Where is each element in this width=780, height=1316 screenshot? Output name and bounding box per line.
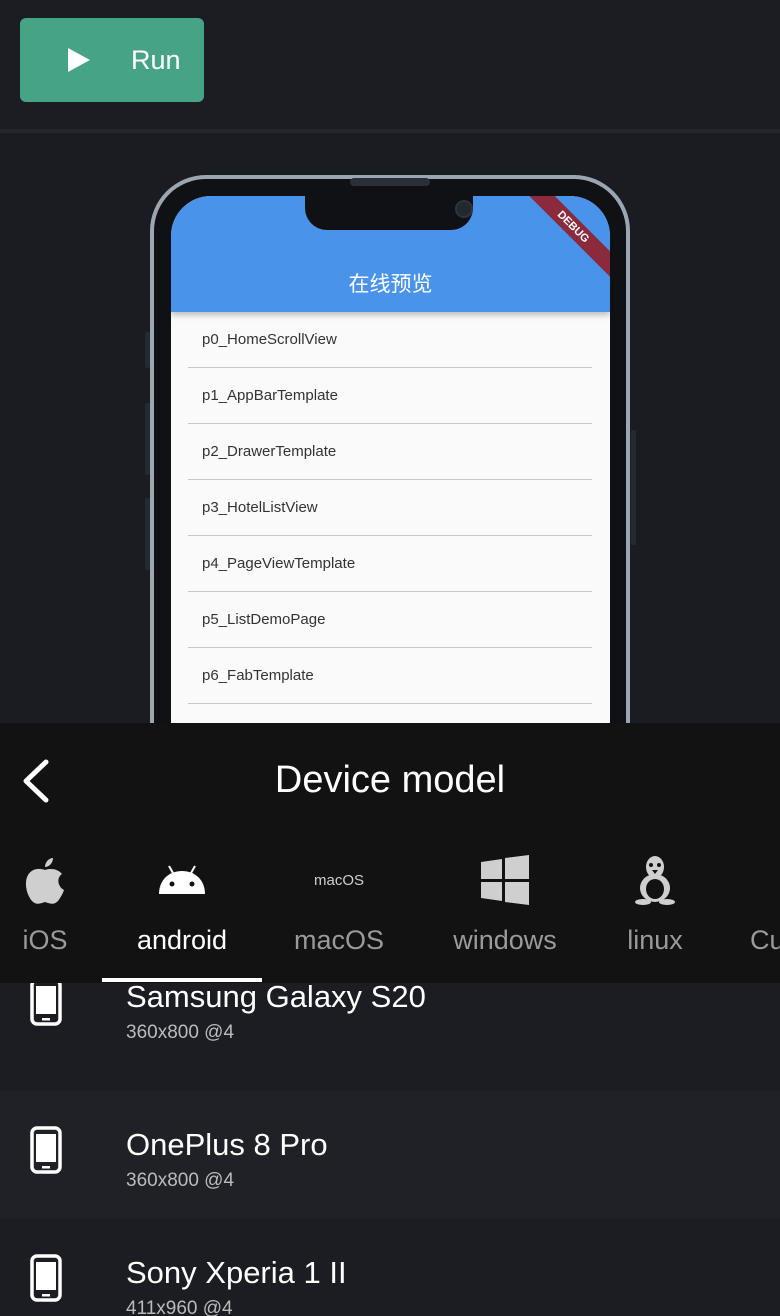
device-model-sheet: Device model iOS android macOS macOS win… bbox=[0, 723, 780, 1316]
tab-custom[interactable]: Cu bbox=[750, 843, 780, 983]
device-name: OnePlus 8 Pro bbox=[126, 1127, 328, 1162]
tab-label: windows bbox=[453, 925, 557, 955]
device-row[interactable]: Samsung Galaxy S20 360x800 @4 bbox=[0, 983, 780, 1091]
device-spec: 360x800 @4 bbox=[126, 1170, 235, 1191]
tab-android[interactable]: android bbox=[102, 843, 262, 983]
phone-icon bbox=[30, 983, 62, 1026]
phone-speaker bbox=[350, 178, 430, 186]
tab-label: macOS bbox=[293, 925, 385, 955]
device-row[interactable]: Sony Xperia 1 II 411x960 @4 bbox=[0, 1219, 780, 1316]
camera-icon bbox=[455, 200, 473, 218]
device-spec: 411x960 @4 bbox=[126, 1298, 233, 1316]
tab-label: Cu bbox=[750, 925, 780, 955]
list-item[interactable]: p5_ListDemoPage bbox=[188, 592, 592, 648]
active-tab-indicator bbox=[102, 978, 262, 982]
linux-tux-icon bbox=[635, 856, 675, 905]
device-spec: 360x800 @4 bbox=[126, 1022, 235, 1043]
sheet-header: Device model bbox=[0, 723, 780, 843]
android-icon bbox=[159, 865, 205, 894]
run-button-label: Run bbox=[131, 45, 181, 75]
sheet-title: Device model bbox=[274, 759, 506, 801]
run-button[interactable]: Run bbox=[20, 18, 204, 102]
device-row[interactable]: OnePlus 8 Pro 360x800 @4 bbox=[0, 1091, 780, 1219]
list-item[interactable]: p0_HomeScrollView bbox=[188, 312, 592, 368]
device-name: Sony Xperia 1 II bbox=[126, 1255, 347, 1290]
platform-tabs: iOS android macOS macOS windows linux Cu bbox=[0, 843, 780, 983]
apple-icon bbox=[25, 858, 65, 904]
phone-notch bbox=[305, 196, 473, 230]
play-icon bbox=[68, 48, 90, 72]
device-list: Samsung Galaxy S20 360x800 @4 OnePlus 8 … bbox=[0, 983, 780, 1316]
tab-ios[interactable]: iOS bbox=[0, 843, 90, 983]
phone-screen[interactable]: 在线预览 DEBUG p0_HomeScrollView p1_AppBarTe… bbox=[171, 196, 610, 736]
list-item[interactable]: p3_HotelListView bbox=[188, 480, 592, 536]
phone-icon bbox=[30, 1126, 62, 1174]
app-bar-title: 在线预览 bbox=[348, 273, 433, 296]
list-item[interactable]: p4_PageViewTemplate bbox=[188, 536, 592, 592]
tab-label: linux bbox=[627, 925, 683, 955]
tab-label: android bbox=[136, 925, 228, 955]
page-list: p0_HomeScrollView p1_AppBarTemplate p2_D… bbox=[188, 312, 592, 704]
macos-text-icon: macOS bbox=[313, 871, 364, 889]
phone-icon bbox=[30, 1254, 62, 1302]
tab-label: iOS bbox=[22, 925, 68, 955]
windows-icon bbox=[481, 855, 529, 905]
tab-windows[interactable]: windows bbox=[440, 843, 570, 983]
tab-macos[interactable]: macOS macOS bbox=[274, 843, 404, 983]
list-item[interactable]: p2_DrawerTemplate bbox=[188, 424, 592, 480]
device-name: Samsung Galaxy S20 bbox=[126, 983, 426, 1014]
toolbar: Run bbox=[0, 0, 780, 130]
tab-linux[interactable]: linux bbox=[600, 843, 710, 983]
list-item[interactable]: p6_FabTemplate bbox=[188, 648, 592, 704]
list-item[interactable]: p1_AppBarTemplate bbox=[188, 368, 592, 424]
phone-side-button bbox=[631, 430, 636, 545]
